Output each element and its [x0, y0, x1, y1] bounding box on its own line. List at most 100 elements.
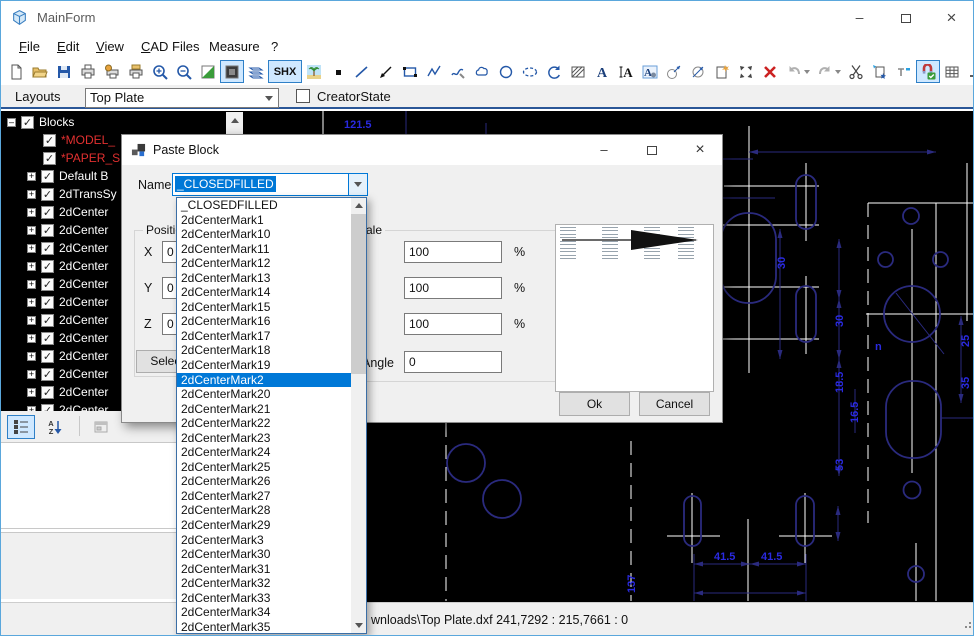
grid-icon[interactable] — [940, 60, 964, 83]
tree-expander-icon[interactable]: + — [27, 226, 36, 235]
dropdown-item[interactable]: 2dCenterMark21 — [177, 402, 351, 417]
close-button[interactable]: × — [929, 1, 974, 34]
dropdown-scroll-down-icon[interactable] — [351, 618, 366, 633]
tree-checkbox[interactable]: ✓ — [43, 134, 56, 147]
tree-expander-icon[interactable]: + — [27, 280, 36, 289]
zoom-extents-icon[interactable] — [734, 60, 758, 83]
tree-checkbox[interactable]: ✓ — [41, 170, 54, 183]
zoom-out-icon[interactable] — [172, 60, 196, 83]
dropdown-item[interactable]: 2dCenterMark28 — [177, 503, 351, 518]
open-file-icon[interactable] — [28, 60, 52, 83]
maximize-button[interactable] — [883, 1, 928, 34]
property-pages-icon[interactable] — [87, 415, 115, 439]
dropdown-item[interactable]: 2dCenterMark31 — [177, 562, 351, 577]
layout-select[interactable]: Top Plate — [85, 88, 279, 108]
dropdown-item[interactable]: 2dCenterMark22 — [177, 416, 351, 431]
dropdown-scroll-thumb[interactable] — [351, 214, 366, 374]
dark-background-icon[interactable] — [220, 60, 244, 83]
line-icon[interactable] — [350, 60, 374, 83]
dropdown-item[interactable]: _CLOSEDFILLED — [177, 198, 351, 213]
block-name-combo[interactable]: _CLOSEDFILLED — [172, 173, 368, 196]
polyline-icon[interactable] — [422, 60, 446, 83]
tree-checkbox[interactable]: ✓ — [41, 332, 54, 345]
dropdown-item[interactable]: 2dCenterMark33 — [177, 591, 351, 606]
tree-expander-icon[interactable]: – — [7, 118, 16, 127]
combo-dropdown-button[interactable] — [348, 174, 367, 195]
text-icon[interactable]: A — [590, 60, 614, 83]
layers-icon[interactable] — [244, 60, 268, 83]
undo-icon[interactable] — [782, 60, 813, 83]
minimize-button[interactable]: – — [837, 1, 882, 34]
menu-view[interactable]: View — [92, 37, 128, 56]
tree-checkbox[interactable]: ✓ — [21, 116, 34, 129]
dropdown-item[interactable]: 2dCenterMark35 — [177, 620, 351, 633]
tree-expander-icon[interactable]: + — [27, 370, 36, 379]
tree-expander-icon[interactable]: + — [27, 190, 36, 199]
tree-expander-icon[interactable]: + — [27, 388, 36, 397]
invert-background-icon[interactable] — [196, 60, 220, 83]
scroll-up-icon[interactable] — [226, 112, 243, 129]
redo-dropdown-icon[interactable] — [835, 70, 841, 74]
tree-checkbox[interactable]: ✓ — [41, 242, 54, 255]
hatch-icon[interactable] — [566, 60, 590, 83]
tree-checkbox[interactable]: ✓ — [43, 152, 56, 165]
tree-checkbox[interactable]: ✓ — [41, 188, 54, 201]
polyline-arrow-icon[interactable] — [374, 60, 398, 83]
dropdown-item[interactable]: 2dCenterMark34 — [177, 605, 351, 620]
dialog-maximize-button[interactable] — [632, 135, 672, 165]
arc-rotate-icon[interactable] — [542, 60, 566, 83]
dropdown-scrollbar[interactable] — [351, 198, 366, 633]
tree-checkbox[interactable]: ✓ — [41, 224, 54, 237]
menu-help[interactable]: ? — [267, 37, 282, 56]
angle-input[interactable]: 0 — [404, 351, 502, 373]
cancel-button[interactable]: Cancel — [639, 392, 710, 416]
dropdown-item[interactable]: 2dCenterMark11 — [177, 242, 351, 257]
scan-icon[interactable] — [124, 60, 148, 83]
dialog-close-button[interactable]: × — [680, 135, 720, 165]
ok-button[interactable]: Ok — [559, 392, 630, 416]
dropdown-item[interactable]: 2dCenterMark32 — [177, 576, 351, 591]
dropdown-item[interactable]: 2dCenterMark14 — [177, 285, 351, 300]
tree-expander-icon[interactable]: + — [27, 244, 36, 253]
dropdown-item[interactable]: 2dCenterMark13 — [177, 271, 351, 286]
insert-block-icon[interactable] — [710, 60, 734, 83]
cut-icon[interactable] — [844, 60, 868, 83]
dropdown-item[interactable]: 2dCenterMark17 — [177, 329, 351, 344]
dropdown-item[interactable]: 2dCenterMark10 — [177, 227, 351, 242]
tree-checkbox[interactable]: ✓ — [41, 368, 54, 381]
dropdown-item[interactable]: 2dCenterMark26 — [177, 474, 351, 489]
dropdown-item[interactable]: 2dCenterMark12 — [177, 256, 351, 271]
text-edit-icon[interactable]: A — [614, 60, 638, 83]
dropdown-item[interactable]: 2dCenterMark29 — [177, 518, 351, 533]
ortho-icon[interactable] — [964, 60, 974, 83]
dialog-minimize-button[interactable]: – — [584, 135, 624, 165]
tolerance-icon[interactable] — [892, 60, 916, 83]
dropdown-item[interactable]: 2dCenterMark25 — [177, 460, 351, 475]
tree-checkbox[interactable]: ✓ — [41, 314, 54, 327]
dropdown-item[interactable]: 2dCenterMark18 — [177, 343, 351, 358]
dropdown-item[interactable]: 2dCenterMark19 — [177, 358, 351, 373]
dropdown-item[interactable]: 2dCenterMark2 — [177, 373, 351, 388]
tree-expander-icon[interactable]: + — [27, 352, 36, 361]
freehand-icon[interactable] — [446, 60, 470, 83]
tree-item[interactable]: –✓Blocks — [1, 113, 244, 131]
dimension-diameter-icon[interactable] — [686, 60, 710, 83]
tree-expander-icon[interactable]: + — [27, 334, 36, 343]
new-file-icon[interactable] — [4, 60, 28, 83]
shx-fonts-button[interactable]: SHX — [268, 60, 302, 83]
dropdown-item[interactable]: 2dCenterMark20 — [177, 387, 351, 402]
zoom-in-icon[interactable] — [148, 60, 172, 83]
ellipse-icon[interactable] — [518, 60, 542, 83]
menu-cad-files[interactable]: CAD Files — [137, 37, 204, 56]
snap-magnet-icon[interactable] — [916, 60, 940, 83]
dropdown-item[interactable]: 2dCenterMark15 — [177, 300, 351, 315]
tree-checkbox[interactable]: ✓ — [41, 350, 54, 363]
dropdown-item[interactable]: 2dCenterMark1 — [177, 213, 351, 228]
creatorstate-checkbox[interactable] — [296, 89, 310, 103]
tree-expander-icon[interactable]: + — [27, 208, 36, 217]
rectangle-icon[interactable] — [398, 60, 422, 83]
undo-dropdown-icon[interactable] — [804, 70, 810, 74]
dropdown-item[interactable]: 2dCenterMark24 — [177, 445, 351, 460]
paste-special-icon[interactable] — [868, 60, 892, 83]
resize-grip[interactable] — [965, 626, 967, 628]
